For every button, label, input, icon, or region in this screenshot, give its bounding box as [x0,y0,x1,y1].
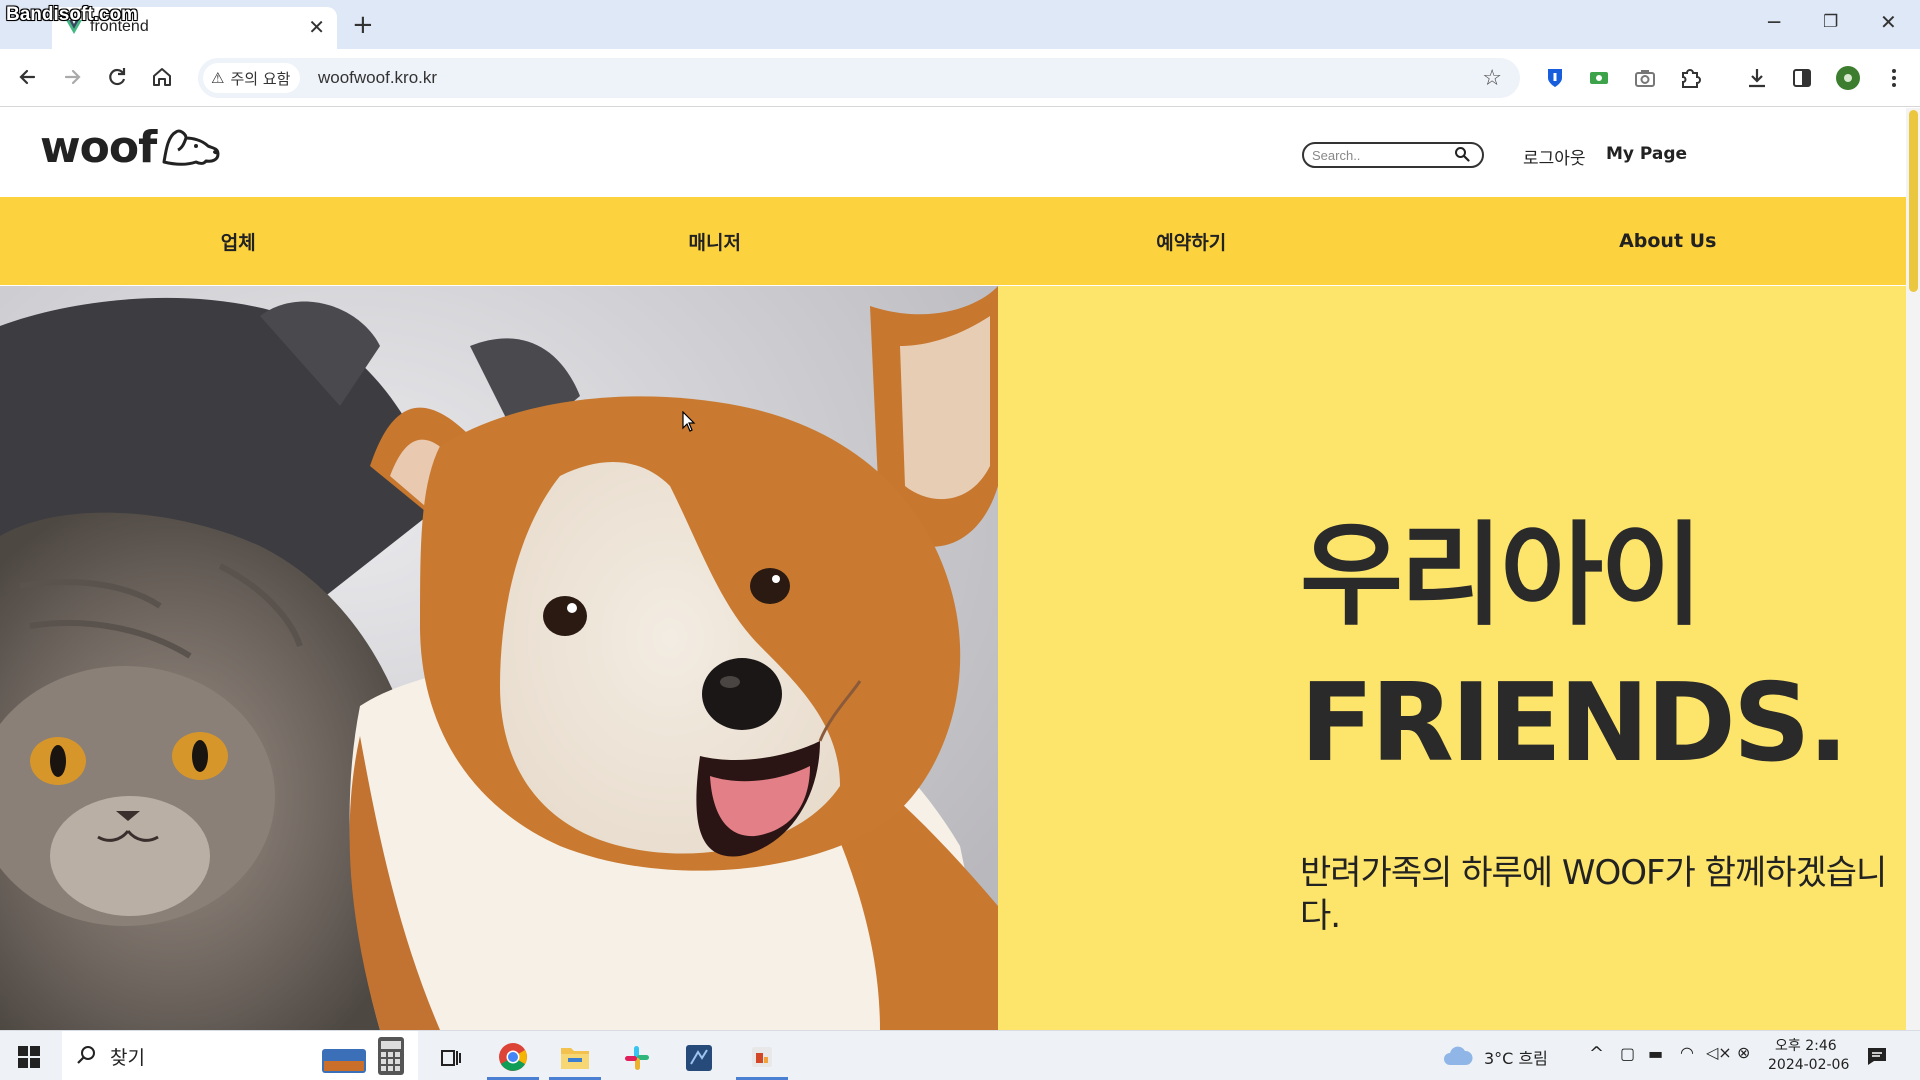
nav-item-booking[interactable]: 예약하기 [953,197,1430,285]
main-nav: 업체 매니저 예약하기 About Us [0,197,1906,285]
money-extension-icon[interactable] [1587,66,1611,90]
search-input[interactable] [1312,146,1452,164]
mypage-link[interactable]: My Page [1606,144,1687,164]
task-view-button[interactable] [424,1036,476,1080]
site-search[interactable] [1302,142,1484,168]
ime-status-icon[interactable]: ⊗ [1737,1043,1750,1062]
menu-kebab-icon[interactable] [1882,66,1906,90]
tray-chevron-icon[interactable]: ^ [1589,1043,1604,1064]
battery-icon[interactable]: ▬ [1648,1044,1663,1063]
hero-heading-line1: 우리아이 [1300,511,1703,641]
taskbar-search[interactable]: 찾기 [62,1031,418,1080]
nav-item-companies[interactable]: 업체 [0,197,477,285]
nav-item-managers[interactable]: 매니저 [477,197,954,285]
taskbar-presentation-app[interactable] [736,1036,788,1080]
dog-logo-icon [162,129,220,166]
security-label: 주의 요함 [230,69,291,88]
url-text[interactable]: woofwoof.kro.kr [318,68,437,88]
camera-extension-icon[interactable] [1633,66,1657,90]
home-icon[interactable] [148,63,176,91]
taskbar-chrome[interactable] [487,1036,539,1080]
calculator-app-icon[interactable] [320,1035,416,1077]
security-chip[interactable]: ⚠ 주의 요함 [203,63,301,93]
recording-watermark: Bandisoft.com [6,4,138,25]
windows-start-icon[interactable] [18,1046,40,1068]
window-close-icon[interactable]: ✕ [1880,10,1897,34]
slack-icon [625,1046,649,1070]
search-icon [77,1046,95,1064]
meet-now-icon[interactable]: ▢ [1620,1044,1635,1063]
hero-photo-cat-and-corgi [0,286,998,1030]
chrome-icon [499,1042,527,1071]
taskbar-editor[interactable] [673,1036,725,1080]
site-logo[interactable]: woof [40,121,222,173]
bookmark-star-icon[interactable]: ☆ [1482,66,1502,91]
back-icon[interactable] [14,63,42,91]
clock-time[interactable]: 오후 2:46 [1775,1035,1837,1055]
network-icon[interactable]: ◠ [1680,1043,1694,1062]
minimize-icon[interactable]: ─ [1768,10,1780,34]
pet-photo-illustration [0,286,998,1030]
mouse-cursor-icon [682,411,696,432]
reload-icon[interactable] [103,63,131,91]
taskbar-slack[interactable] [611,1036,663,1080]
page-scrollbar[interactable] [1906,108,1920,1030]
volume-muted-icon[interactable]: ◁× [1706,1043,1732,1062]
hero-text-block: 우리아이 FRIENDS. 반려가족의 하루에 WOOF가 함께하겠습니다. [1300,506,1900,938]
hero-subtitle: 반려가족의 하루에 WOOF가 함께하겠습니다. [1300,853,1887,936]
clock-date[interactable]: 2024-02-06 [1768,1057,1849,1073]
hero-heading-line2: FRIENDS. [1300,661,1849,786]
taskbar-search-label: 찾기 [110,1047,145,1069]
task-view-icon [441,1050,461,1066]
browser-toolbar: ⚠ 주의 요함 woofwoof.kro.kr ☆ [0,49,1920,107]
warning-icon: ⚠ [211,69,225,87]
folder-icon [561,1047,589,1069]
extensions-puzzle-icon[interactable] [1678,66,1702,90]
cloud-weather-icon [1444,1046,1473,1065]
hero-section: 우리아이 FRIENDS. 반려가족의 하루에 WOOF가 함께하겠습니다. [0,286,1906,1030]
logo-text: woof [40,121,157,173]
site-header: woof 로그아웃 My Page [0,108,1906,197]
browser-tab-bar: Bandisoft.com frontend ✕ + ─ ❐ ✕ [0,0,1920,49]
side-panel-icon[interactable] [1790,66,1814,90]
taskbar-file-explorer[interactable] [549,1036,601,1080]
windows-taskbar: 찾기 3°C 흐림 ^ ▢ ▬ ◠ ◁× ⊗ 오후 2:46 2024-02-0… [0,1030,1920,1080]
weather-text[interactable]: 3°C 흐림 [1484,1045,1548,1069]
editor-app-icon [686,1045,712,1071]
notification-center-icon[interactable] [1866,1045,1888,1067]
download-icon[interactable] [1745,66,1769,90]
scrollbar-thumb[interactable] [1909,110,1918,292]
presentation-app-icon [752,1046,772,1067]
profile-avatar-icon[interactable] [1836,66,1860,90]
search-icon[interactable] [1454,146,1470,162]
nav-item-about-us[interactable]: About Us [1430,197,1907,285]
restore-icon[interactable]: ❐ [1823,12,1838,32]
bitwarden-extension-icon[interactable] [1543,66,1567,90]
web-page: woof 로그아웃 My Page 업체 매니저 예약하기 About Us [0,108,1906,1030]
tab-close-icon[interactable]: ✕ [308,15,325,39]
address-bar[interactable]: ⚠ 주의 요함 woofwoof.kro.kr ☆ [198,58,1520,98]
logout-link[interactable]: 로그아웃 [1523,144,1586,169]
new-tab-button[interactable]: + [352,10,374,40]
forward-icon[interactable] [58,63,86,91]
